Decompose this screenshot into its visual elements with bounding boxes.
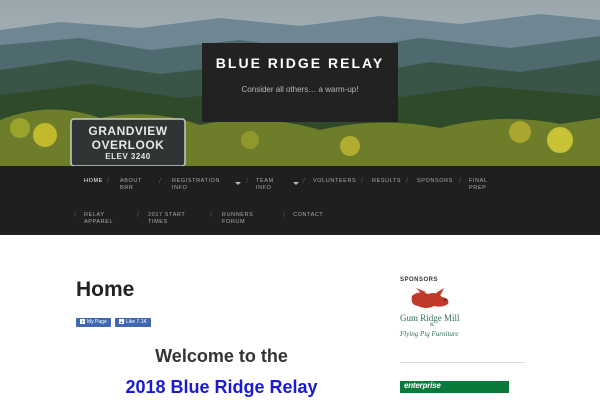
nav-item-sponsors[interactable]: SPONSORS (417, 178, 453, 185)
nav-separator: / (361, 178, 363, 185)
sponsors-heading: SPONSORS (400, 277, 439, 283)
nav-separator: / (406, 178, 408, 185)
site-title[interactable]: BLUE RIDGE RELAY (202, 56, 398, 71)
event-title-heading: 2018 Blue Ridge Relay (125, 377, 318, 397)
sponsor-gum-ridge-mill[interactable]: Gum Ridge Mill (400, 313, 460, 323)
nav-item-about-brr[interactable]: ABOUT BRR (120, 178, 150, 192)
nav-item-relay-apparel[interactable]: RELAY APPAREL (84, 212, 114, 226)
nav-item-final-prep[interactable]: FINAL PREP (469, 178, 491, 192)
facebook-icon: f (80, 319, 85, 325)
nav-item-2017-start-times[interactable]: 2017 START TIMES (148, 212, 190, 226)
site-tagline: Consider all others… a warm-up! (241, 85, 359, 94)
nav-separator: / (303, 178, 305, 185)
nav-item-team-info[interactable]: TEAM INFO (256, 178, 278, 192)
nav-item-registration-info[interactable]: REGISTRATION INFO (172, 178, 222, 192)
facebook-mypage-label: My Page (87, 319, 107, 325)
facebook-like-label: Like 7.1K (126, 319, 147, 325)
nav-item-results[interactable]: RESULTS (372, 178, 401, 185)
sign-line-1: GRANDVIEW (88, 124, 168, 138)
nav-separator: / (459, 178, 461, 185)
site-title-box: BLUE RIDGE RELAY Consider all others… a … (202, 43, 398, 122)
nav-item-volunteers[interactable]: VOLUNTEERS (313, 178, 356, 185)
grandview-sign: GRANDVIEW OVERLOOK ELEV 3240 (71, 124, 185, 161)
nav-separator: / (137, 212, 139, 219)
thumbs-up-icon: ▲ (119, 319, 124, 325)
nav-item-runners-forum[interactable]: RUNNERS FORUM (222, 212, 256, 226)
nav-separator: / (159, 178, 161, 185)
facebook-mypage-button[interactable]: f My Page (76, 318, 111, 327)
sign-line-3: ELEV 3240 (105, 152, 151, 161)
enterprise-logo-text: enterprise (404, 381, 441, 390)
chevron-down-icon[interactable] (293, 182, 299, 185)
hero-banner: GRANDVIEW OVERLOOK ELEV 3240 BLUE RIDGE … (0, 0, 600, 166)
nav-item-home[interactable]: HOME (84, 178, 103, 185)
sponsor-flying-pig-furniture[interactable]: Flying Pig Furniture (400, 330, 458, 338)
nav-separator: / (283, 212, 285, 219)
facebook-like-button[interactable]: ▲ Like 7.1K (115, 318, 151, 327)
sidebar-divider (400, 362, 525, 363)
nav-separator: / (107, 178, 109, 185)
page-title: Home (76, 278, 135, 301)
nav-separator: / (74, 212, 76, 219)
chevron-down-icon[interactable] (235, 182, 241, 185)
nav-item-contact[interactable]: CONTACT (293, 212, 323, 219)
sign-line-2: OVERLOOK (91, 138, 165, 152)
nav-separator: / (246, 178, 248, 185)
main-navigation: HOME / ABOUT BRR / REGISTRATION INFO / T… (0, 166, 600, 235)
welcome-heading: Welcome to the (155, 346, 288, 366)
sponsor-ampersand: & (430, 323, 434, 328)
nav-separator: / (210, 212, 212, 219)
